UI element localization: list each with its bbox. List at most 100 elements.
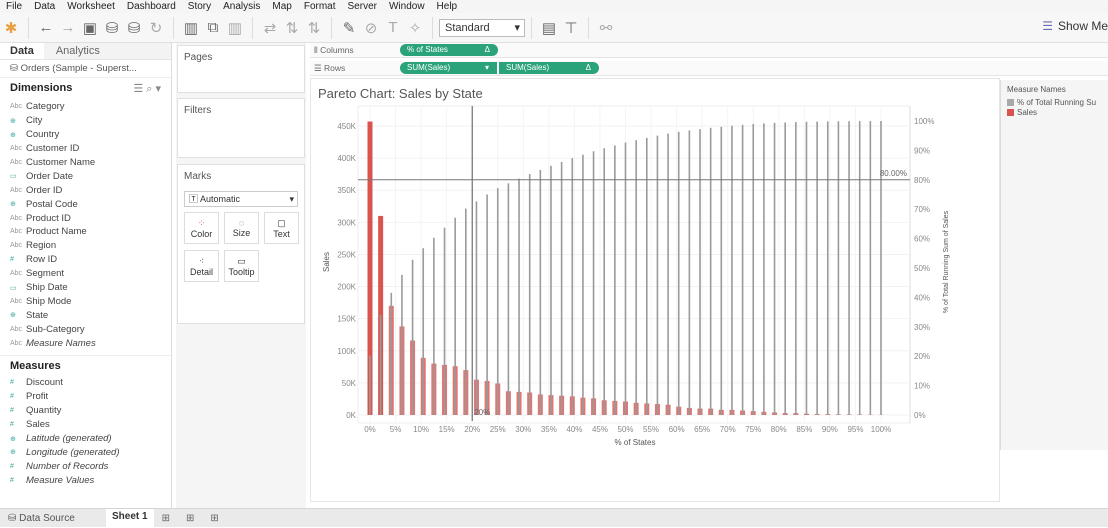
running-pct-bar[interactable] (476, 201, 478, 415)
redo-icon[interactable]: → (57, 17, 79, 39)
running-pct-bar[interactable] (582, 155, 584, 415)
tooltip-button[interactable]: ▭Tooltip (224, 250, 259, 282)
sort-ascending-icon[interactable]: ⇅ (281, 17, 303, 39)
running-pct-bar[interactable] (689, 130, 691, 415)
running-pct-bar[interactable] (540, 170, 542, 415)
field-item[interactable]: #Measure Values (0, 473, 171, 487)
pill-pct-of-states[interactable]: % of StatesΔ (400, 44, 498, 56)
field-item[interactable]: ⊕Postal Code (0, 197, 171, 211)
legend-item[interactable]: Sales (1001, 107, 1108, 117)
running-pct-bar[interactable] (731, 126, 733, 415)
running-pct-bar[interactable] (774, 123, 776, 415)
running-pct-bar[interactable] (838, 121, 840, 415)
running-pct-bar[interactable] (518, 179, 520, 415)
text-button[interactable]: ▢Text (264, 212, 299, 244)
field-item[interactable]: AbcOrder ID (0, 183, 171, 197)
field-item[interactable]: #Number of Records (0, 459, 171, 473)
field-item[interactable]: #Profit (0, 390, 171, 404)
detail-button[interactable]: ⁖Detail (184, 250, 219, 282)
pill-sum-sales-2[interactable]: SUM(Sales)Δ (499, 62, 599, 74)
field-item[interactable]: ▭Ship Date (0, 281, 171, 295)
duplicate-sheet-icon[interactable]: ⧉ (202, 17, 224, 39)
undo-icon[interactable]: ← (35, 17, 57, 39)
datasource-item[interactable]: ⛁ Orders (Sample - Superst... (0, 60, 171, 78)
field-item[interactable]: AbcMeasure Names (0, 336, 171, 350)
running-pct-bar[interactable] (678, 132, 680, 415)
menu-dashboard[interactable]: Dashboard (121, 0, 182, 13)
running-pct-bar[interactable] (561, 162, 563, 415)
show-me-button[interactable]: ☰Show Me (1042, 19, 1108, 33)
clear-sheet-icon[interactable]: ▥ (224, 17, 246, 39)
running-pct-bar[interactable] (763, 123, 765, 415)
menu-format[interactable]: Format (298, 0, 342, 13)
field-item[interactable]: ⊕City (0, 114, 171, 128)
menu-file[interactable]: File (0, 0, 28, 13)
highlight-icon[interactable]: ✎ (338, 17, 360, 39)
presentation-icon[interactable]: ⊤ (560, 17, 582, 39)
legend-item[interactable]: % of Total Running Su (1001, 97, 1108, 107)
running-pct-bar[interactable] (699, 129, 701, 415)
labels-icon[interactable]: T (382, 17, 404, 39)
refresh-icon[interactable]: ↻ (145, 17, 167, 39)
running-pct-bar[interactable] (859, 121, 861, 415)
running-pct-bar[interactable] (497, 188, 499, 415)
running-pct-bar[interactable] (625, 143, 627, 415)
field-item[interactable]: ⊕Longitude (generated) (0, 445, 171, 459)
field-item[interactable]: AbcCustomer ID (0, 142, 171, 156)
running-pct-bar[interactable] (657, 136, 659, 415)
new-worksheet-icon[interactable]: ▥ (180, 17, 202, 39)
rows-shelf[interactable]: ☰ Rows SUM(Sales)▾ SUM(Sales)Δ (310, 61, 1108, 76)
running-pct-bar[interactable] (465, 209, 467, 415)
running-pct-bar[interactable] (508, 183, 510, 415)
share-icon[interactable]: ⚯ (595, 17, 617, 39)
running-pct-bar[interactable] (433, 238, 435, 415)
running-pct-bar[interactable] (369, 355, 371, 415)
field-item[interactable]: AbcRegion (0, 239, 171, 253)
tab-data-source[interactable]: ⛁ Data Source (0, 513, 106, 524)
running-pct-bar[interactable] (795, 122, 797, 415)
running-pct-bar[interactable] (444, 228, 446, 415)
running-pct-bar[interactable] (390, 293, 392, 415)
field-item[interactable]: AbcProduct ID (0, 211, 171, 225)
running-pct-bar[interactable] (454, 218, 456, 415)
size-button[interactable]: ◌Size (224, 212, 259, 244)
running-pct-bar[interactable] (667, 134, 669, 415)
menu-data[interactable]: Data (28, 0, 61, 13)
running-pct-bar[interactable] (593, 151, 595, 415)
running-pct-bar[interactable] (422, 248, 424, 415)
new-dashboard-icon[interactable]: ⊞ (178, 513, 202, 524)
running-pct-bar[interactable] (603, 148, 605, 415)
running-pct-bar[interactable] (529, 174, 531, 415)
menu-map[interactable]: Map (266, 0, 297, 13)
pill-sum-sales-1[interactable]: SUM(Sales)▾ (400, 62, 497, 74)
running-pct-bar[interactable] (721, 127, 723, 415)
menu-help[interactable]: Help (431, 0, 464, 13)
field-item[interactable]: AbcSegment (0, 267, 171, 281)
new-story-icon[interactable]: ⊞ (202, 513, 226, 524)
color-button[interactable]: ⁘Color (184, 212, 219, 244)
running-pct-bar[interactable] (380, 315, 382, 415)
running-pct-bar[interactable] (635, 140, 637, 415)
dimensions-menu-icon[interactable]: ☰ ⌕ ▾ (133, 82, 161, 96)
menu-story[interactable]: Story (182, 0, 217, 13)
running-pct-bar[interactable] (806, 122, 808, 415)
tab-analytics[interactable]: Analytics (44, 43, 171, 59)
field-item[interactable]: ▭Order Date (0, 169, 171, 183)
mark-type-dropdown[interactable]: 🅃 Automatic▾ (184, 191, 298, 207)
running-pct-bar[interactable] (550, 166, 552, 415)
tab-data[interactable]: Data (0, 43, 44, 59)
filters-shelf[interactable]: Filters (177, 98, 305, 158)
field-item[interactable]: ⊕Latitude (generated) (0, 432, 171, 446)
running-pct-bar[interactable] (784, 122, 786, 415)
field-item[interactable]: AbcSub-Category (0, 322, 171, 336)
running-pct-bar[interactable] (571, 158, 573, 415)
running-pct-bar[interactable] (752, 124, 754, 415)
running-pct-bar[interactable] (742, 125, 744, 415)
field-item[interactable]: #Row ID (0, 253, 171, 267)
running-pct-bar[interactable] (614, 145, 616, 415)
menu-worksheet[interactable]: Worksheet (61, 0, 121, 13)
save-icon[interactable]: ▣ (79, 17, 101, 39)
field-item[interactable]: AbcCategory (0, 100, 171, 114)
menu-window[interactable]: Window (383, 0, 431, 13)
running-pct-bar[interactable] (827, 121, 829, 415)
